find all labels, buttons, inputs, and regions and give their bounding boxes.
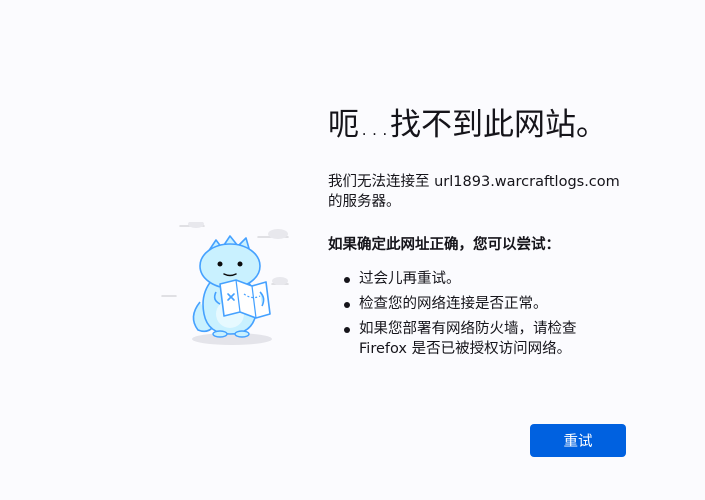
dinosaur-illustration-icon (160, 220, 295, 350)
suggestions-heading: 如果确定此网址正确，您可以尝试： (328, 237, 560, 253)
suggestion-text: 检查您的网络连接是否正常。 (359, 296, 548, 312)
page-title: 呃…找不到此网站。 (328, 107, 607, 143)
error-content: 呃…找不到此网站。 我们无法连接至 url1893.warcraftlogs.c… (328, 100, 648, 364)
suggestion-item: 检查您的网络连接是否正常。 (344, 294, 648, 314)
description-prefix: 我们无法连接至 (328, 174, 430, 190)
retry-button[interactable]: 重试 (530, 424, 626, 457)
server-host: url1893.warcraftlogs.com (434, 174, 620, 190)
description-suffix: 的服务器。 (328, 194, 401, 210)
suggestion-text: 过会儿再重试。 (359, 271, 461, 287)
suggestion-item: 过会儿再重试。 (344, 269, 648, 289)
suggestions-list: 过会儿再重试。 检查您的网络连接是否正常。 如果您部署有网络防火墙，请检查 Fi… (328, 269, 648, 359)
suggestion-item: 如果您部署有网络防火墙，请检查 Firefox 是否已被授权访问网络。 (344, 319, 648, 359)
suggestion-text: 如果您部署有网络防火墙，请检查 (359, 321, 577, 337)
error-description: 我们无法连接至 url1893.warcraftlogs.com 的服务器。 (328, 172, 648, 212)
bullet-icon (344, 327, 350, 333)
bullet-icon (344, 302, 350, 308)
bullet-icon (344, 277, 350, 283)
suggestion-text: Firefox 是否已被授权访问网络。 (359, 341, 572, 357)
